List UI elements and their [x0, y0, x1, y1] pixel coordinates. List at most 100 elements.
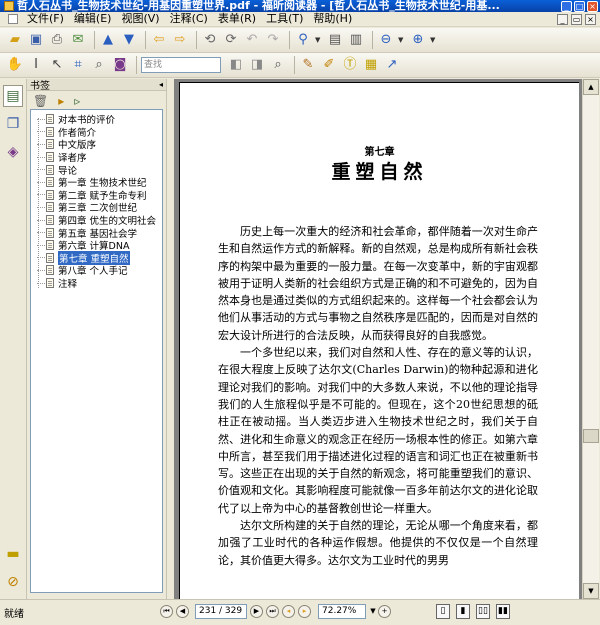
advanced-search-icon[interactable]: ⌕ [269, 56, 287, 74]
history-forward-icon[interactable]: ▸ [298, 605, 311, 618]
print-icon[interactable]: ⎙ [48, 31, 66, 49]
expand-bookmark-icon[interactable]: ▹ [74, 94, 80, 108]
collapse-panel-icon[interactable]: ◂ [159, 80, 163, 89]
scroll-up-icon[interactable]: ▲ [583, 79, 599, 95]
zoom-in-status-icon[interactable]: + [378, 605, 391, 618]
single-page-icon[interactable]: ▯ [436, 604, 450, 619]
pointer-tool-icon[interactable]: ↖ [48, 56, 66, 74]
facing-icon[interactable]: ▯▯ [476, 604, 490, 619]
zoom-dropdown-icon[interactable]: ▼ [368, 604, 378, 619]
bookmark-page-icon [46, 240, 54, 251]
next-page-icon[interactable]: ▼ [120, 31, 138, 49]
fit-width-icon[interactable]: ▥ [347, 31, 365, 49]
zoom-out-dropdown-icon[interactable]: ▼ [398, 36, 406, 44]
zoom-in-dropdown-icon[interactable]: ▼ [430, 36, 438, 44]
next-page-icon[interactable]: ▶ [250, 605, 263, 618]
prev-page-icon[interactable]: ◀ [176, 605, 189, 618]
pages-tab-icon[interactable]: ❐ [3, 113, 23, 135]
email-icon[interactable]: ✉ [69, 31, 87, 49]
zoom-in-icon[interactable]: ⊕ [409, 31, 427, 49]
menu-comment[interactable]: 注释(C) [165, 12, 213, 26]
continuous-icon[interactable]: ▮ [456, 604, 470, 619]
redo-icon[interactable]: ↷ [264, 31, 282, 49]
bookmark-item[interactable]: 第二章 赋予生命专利 [31, 189, 162, 202]
bookmark-tools: 🗑 ▸ ▹ [27, 91, 166, 111]
note-icon[interactable]: ▦ [362, 56, 380, 74]
doc-close-button[interactable]: × [585, 13, 596, 25]
bookmarks-tab-icon[interactable]: ▤ [3, 85, 23, 107]
paragraph: 一个多世纪以来，我们对自然和人性、存在的意义等的认识，在很大程度上反映了达尔文(… [218, 346, 538, 515]
continuous-facing-icon[interactable]: ▮▮ [496, 604, 510, 619]
scrollbar-thumb[interactable] [583, 429, 599, 443]
document-view[interactable]: 第七章 重塑自然 历史上每一次重大的经济和社会革命，都伴随着一次对生命产生和自然… [174, 79, 582, 599]
undo-icon[interactable]: ↶ [243, 31, 261, 49]
camera-icon[interactable]: ◙ [111, 56, 129, 74]
tree-connector [37, 257, 45, 259]
save-icon[interactable]: ▣ [27, 31, 45, 49]
search-input[interactable]: 查找 [141, 57, 221, 73]
rotate-view-icon[interactable]: ⟲ [201, 31, 219, 49]
close-button[interactable]: × [587, 0, 598, 12]
menu-help[interactable]: 帮助(H) [308, 12, 357, 26]
menu-edit[interactable]: 编辑(E) [69, 12, 117, 26]
minimize-button[interactable]: _ [561, 0, 572, 12]
last-page-icon[interactable]: ⏭ [266, 605, 279, 618]
document-icon[interactable] [8, 14, 18, 24]
find-text-icon[interactable]: ⌕ [90, 56, 108, 74]
bookmark-page-icon [46, 227, 54, 238]
previous-page-icon[interactable]: ▲ [99, 31, 117, 49]
bookmark-item[interactable]: 第一章 生物技术世纪 [31, 176, 162, 189]
bookmark-page-icon [46, 189, 54, 200]
bookmark-item[interactable]: 第四章 优生的文明社会 [31, 214, 162, 227]
bookmark-page-icon [46, 164, 54, 175]
zoom-out-icon[interactable]: ⊖ [377, 31, 395, 49]
bookmark-item[interactable]: 第七章 重塑自然 [31, 250, 162, 265]
search-next-icon[interactable]: ◨ [248, 56, 266, 74]
arrow-tool-icon[interactable]: ↗ [383, 56, 401, 74]
fit-page-icon[interactable]: ▤ [326, 31, 344, 49]
attachments-tab-icon[interactable]: ⊘ [3, 571, 23, 593]
bookmark-item[interactable]: 第六章 计算DNA [31, 239, 162, 252]
scroll-down-icon[interactable]: ▼ [583, 583, 599, 599]
new-bookmark-icon[interactable]: ▸ [58, 94, 64, 108]
highlight-icon[interactable]: ✐ [320, 56, 338, 74]
bookmark-item[interactable]: 译者序 [31, 151, 162, 164]
doc-minimize-button[interactable]: _ [557, 13, 568, 25]
history-back-icon[interactable]: ◂ [282, 605, 295, 618]
search-previous-icon[interactable]: ◧ [227, 56, 245, 74]
snapshot-icon[interactable]: ⌗ [69, 56, 87, 74]
select-text-icon[interactable]: Ⅰ [27, 56, 45, 74]
menu-form[interactable]: 表单(R) [213, 12, 261, 26]
first-page-icon[interactable]: ⏮ [160, 605, 173, 618]
bookmark-item[interactable]: 中文版序 [31, 138, 162, 151]
go-forward-icon[interactable]: ⇨ [171, 31, 189, 49]
bookmark-item[interactable]: 注释 [31, 277, 162, 290]
bookmark-item[interactable]: 第八章 个人手记 [31, 264, 162, 277]
zoom-level-input[interactable]: 72.27% [318, 604, 366, 619]
stamp-icon[interactable]: ✎ [299, 56, 317, 74]
zoom-tool-dropdown-icon[interactable]: ▼ [315, 36, 323, 44]
bookmark-item[interactable]: 第三章 二次创世纪 [31, 201, 162, 214]
open-folder-icon[interactable]: ▰ [6, 31, 24, 49]
vertical-scrollbar[interactable]: ▲ ▼ [582, 79, 599, 599]
zoom-tool-icon[interactable]: ⚲ [294, 31, 312, 49]
menu-view[interactable]: 视图(V) [116, 12, 164, 26]
page-number-input[interactable]: 231 / 329 [195, 604, 247, 619]
bookmark-item[interactable]: 导论 [31, 163, 162, 177]
menu-tools[interactable]: 工具(T) [261, 12, 308, 26]
maximize-button[interactable]: □ [574, 0, 585, 12]
bookmark-item[interactable]: 作者简介 [31, 126, 162, 139]
hand-tool-icon[interactable]: ✋ [6, 56, 24, 74]
layers-tab-icon[interactable]: ◈ [3, 141, 23, 163]
bookmark-page-icon [46, 215, 54, 226]
bookmark-item[interactable]: 第五章 基因社会学 [31, 226, 162, 240]
bookmark-item[interactable]: 对本书的评价 [31, 113, 162, 126]
go-back-icon[interactable]: ⇦ [150, 31, 168, 49]
rotate-page-icon[interactable]: ⟳ [222, 31, 240, 49]
doc-restore-button[interactable]: ▭ [571, 13, 582, 25]
delete-bookmark-icon[interactable]: 🗑 [33, 94, 48, 108]
comments-tab-icon[interactable]: ▬ [3, 543, 23, 565]
typewriter-icon[interactable]: Ⓣ [341, 56, 359, 74]
menu-file[interactable]: 文件(F) [22, 12, 69, 26]
panel-splitter[interactable] [166, 79, 174, 599]
